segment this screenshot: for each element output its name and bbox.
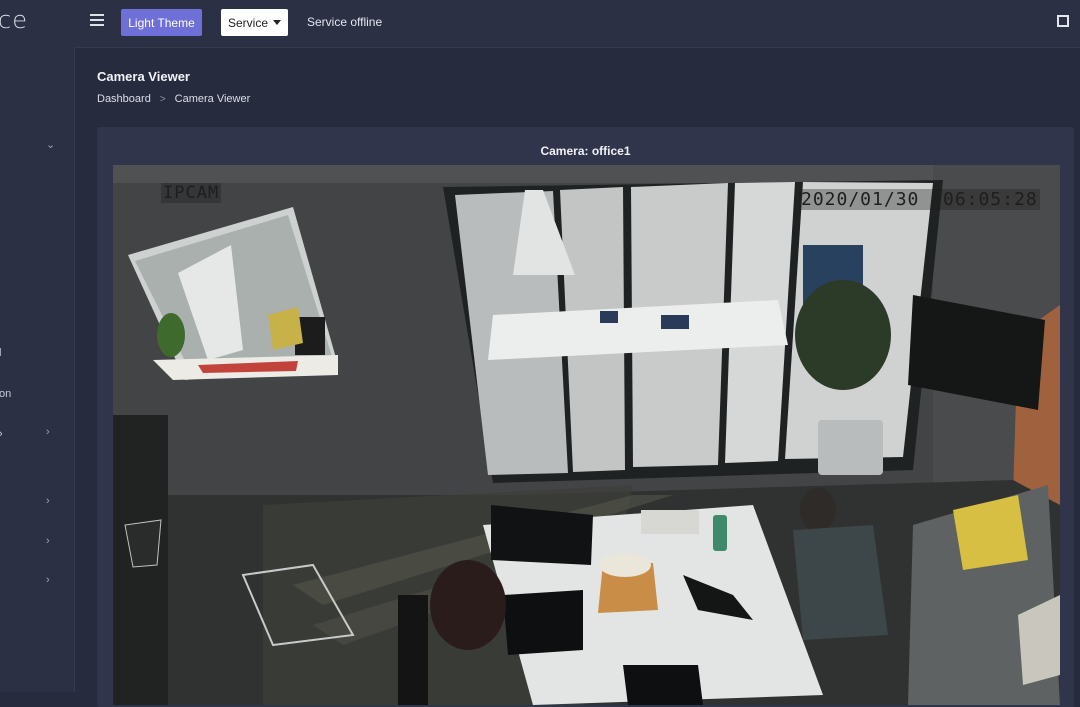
service-dropdown-button[interactable]: Service bbox=[221, 9, 288, 36]
breadcrumb-current: Camera Viewer bbox=[174, 93, 251, 105]
chevron-right-icon[interactable]: › bbox=[46, 426, 50, 438]
service-status-text: Service offline bbox=[307, 15, 383, 29]
service-button-label: Service bbox=[227, 15, 268, 30]
camera-feed[interactable]: IPCAM 2020/01/30 06:05:28 bbox=[113, 165, 1060, 705]
sidebar: ce ⌄ l on › › › › › bbox=[0, 0, 75, 692]
breadcrumb: Dashboard > Camera Viewer bbox=[97, 93, 250, 105]
camera-card: Camera: office1 IPCAM 2020/01/30 06:05:2… bbox=[97, 127, 1074, 707]
sidebar-item-label[interactable]: on bbox=[0, 388, 11, 400]
sidebar-item-marker[interactable]: › bbox=[0, 428, 3, 440]
page-title: Camera Viewer bbox=[97, 69, 190, 84]
chevron-down-icon[interactable]: ⌄ bbox=[46, 138, 55, 151]
caret-down-icon bbox=[273, 20, 281, 25]
chevron-right-icon[interactable]: › bbox=[46, 495, 50, 507]
camera-feed-image bbox=[113, 165, 1060, 705]
sidebar-item-label[interactable]: l bbox=[0, 347, 1, 359]
breadcrumb-separator-icon: > bbox=[159, 93, 166, 105]
fullscreen-icon[interactable] bbox=[1057, 15, 1069, 27]
light-theme-button[interactable]: Light Theme bbox=[121, 9, 202, 36]
breadcrumb-dashboard-link[interactable]: Dashboard bbox=[97, 93, 151, 105]
top-navbar: Light Theme Service Service offline bbox=[74, 0, 1080, 48]
chevron-right-icon[interactable]: › bbox=[46, 574, 50, 586]
chevron-right-icon[interactable]: › bbox=[46, 535, 50, 547]
brand-logo[interactable]: ce bbox=[0, 6, 28, 34]
camera-timestamp-overlay: 2020/01/30 06:05:28 bbox=[799, 189, 1040, 210]
camera-label-overlay: IPCAM bbox=[161, 183, 222, 203]
menu-icon[interactable] bbox=[90, 14, 104, 26]
camera-title: Camera: office1 bbox=[540, 144, 631, 158]
